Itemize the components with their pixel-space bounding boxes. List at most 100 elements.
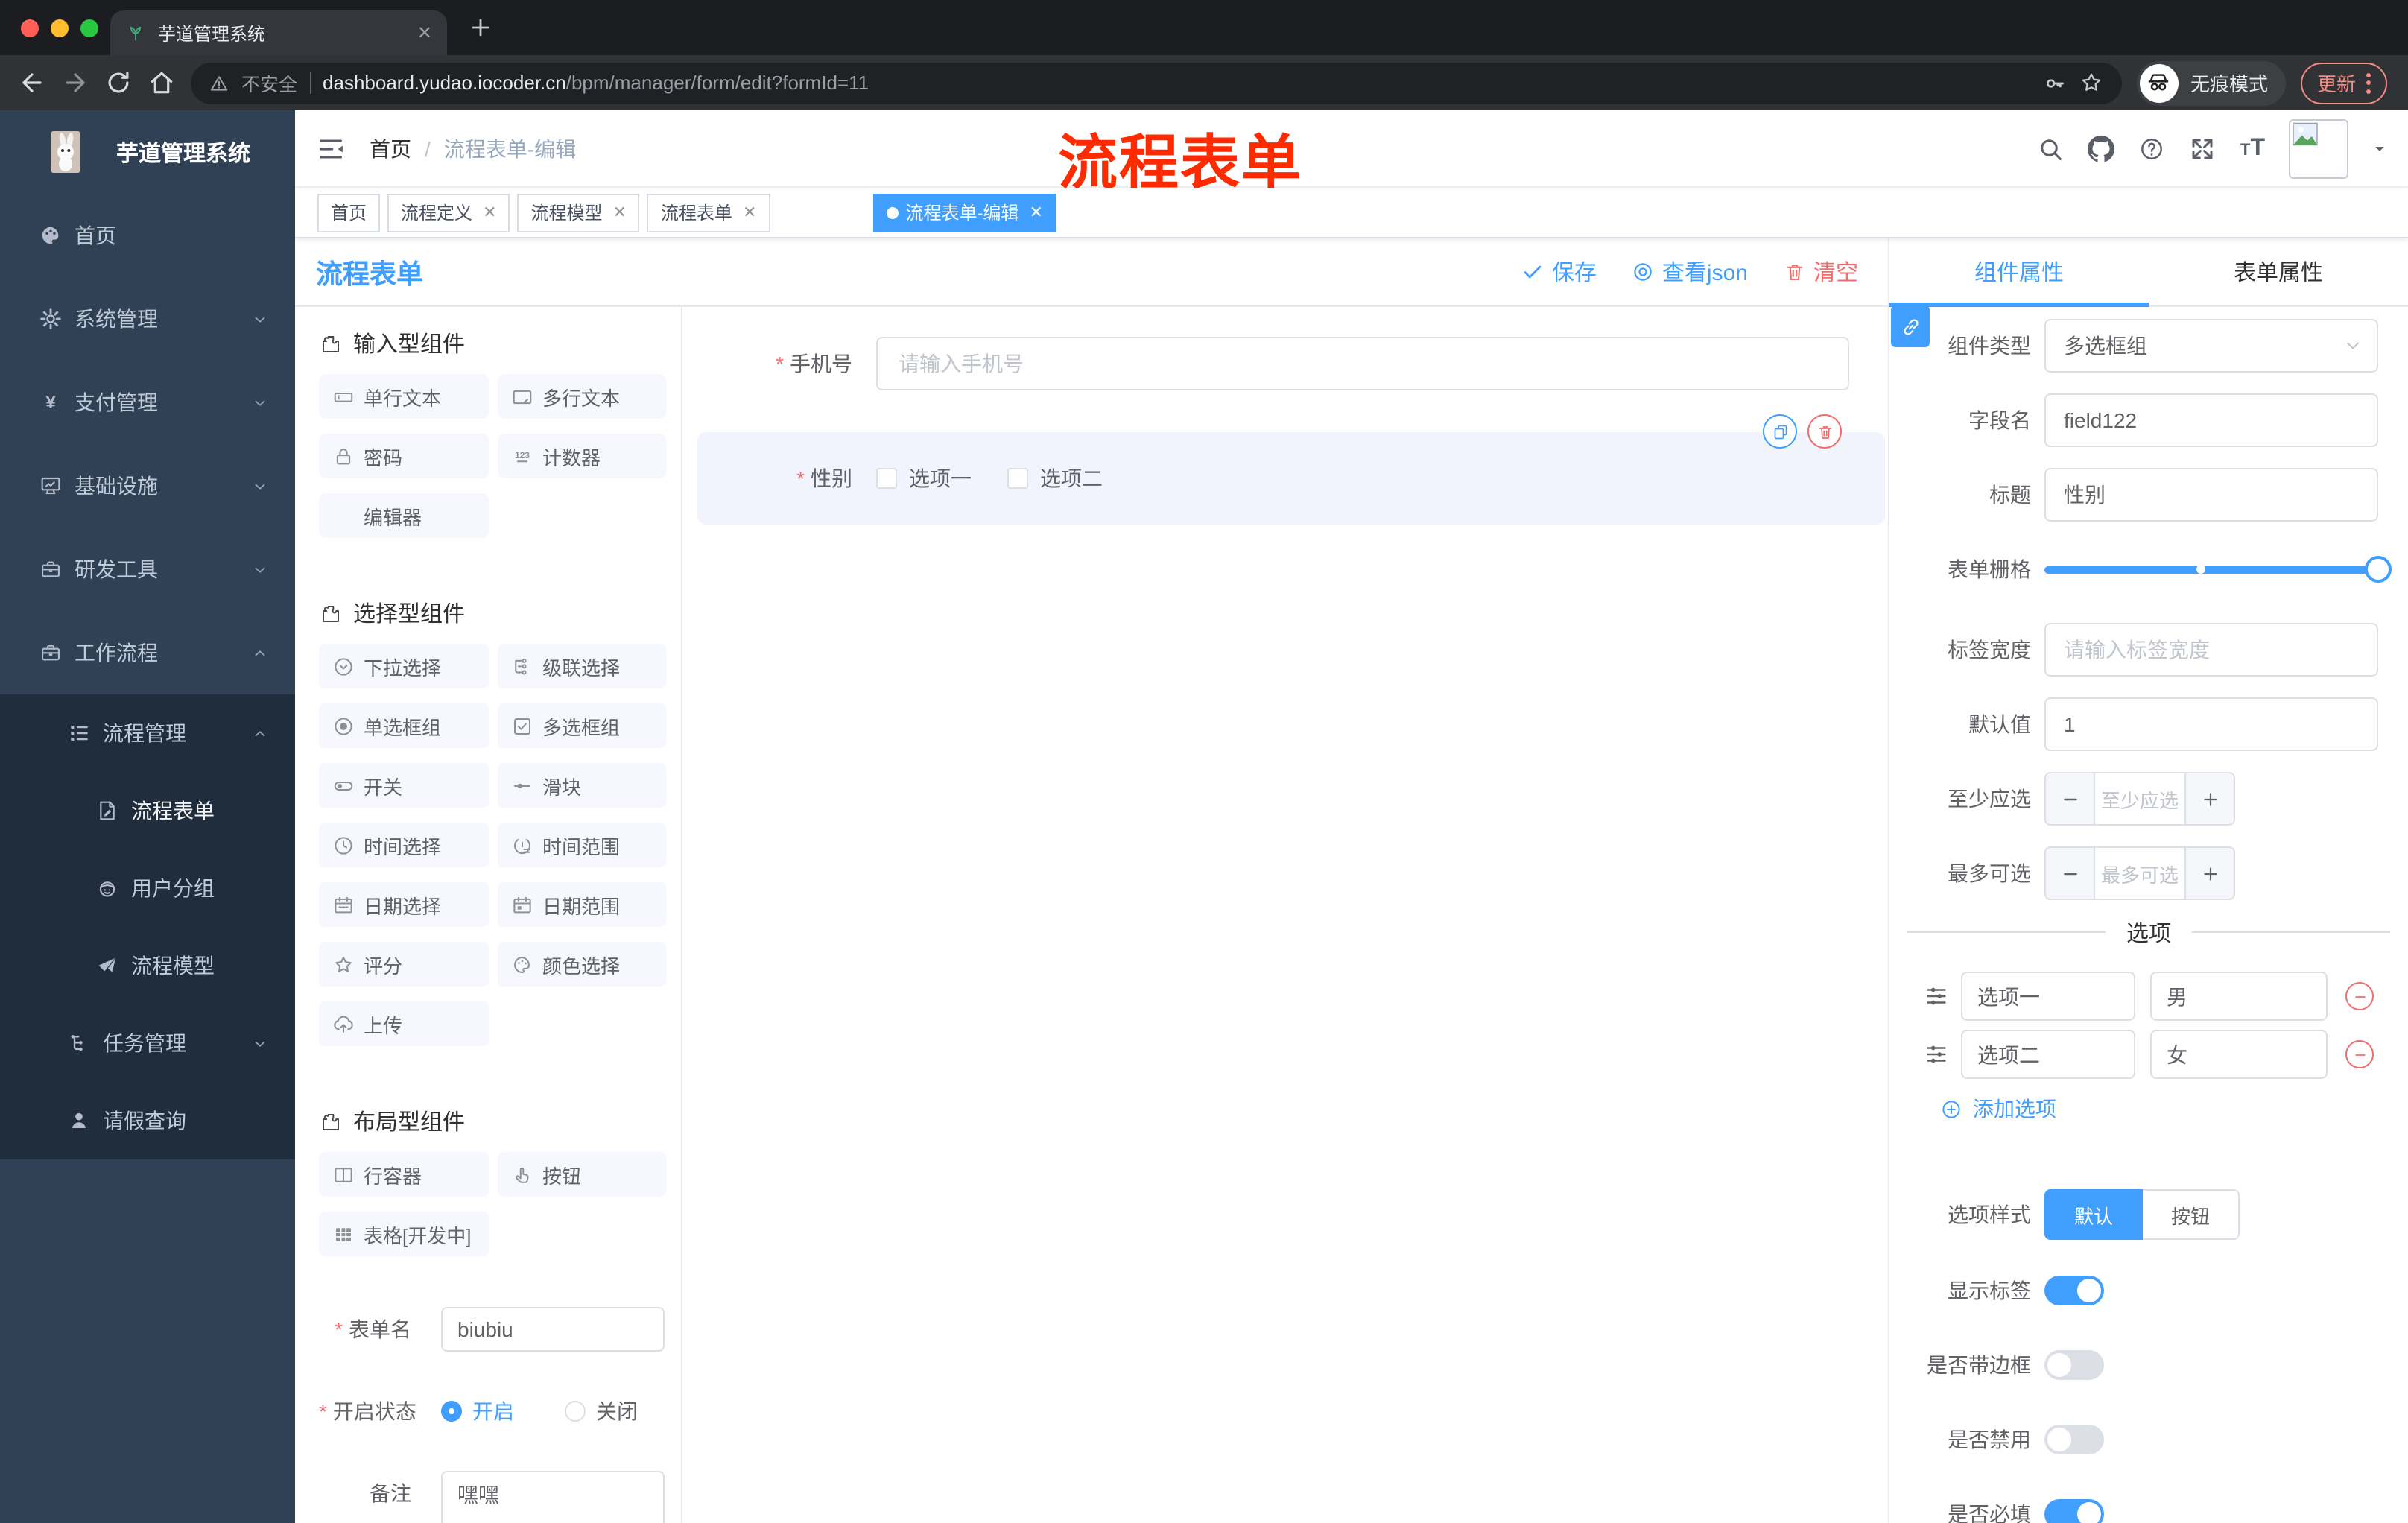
option-value-input[interactable]: 女 <box>2150 1030 2328 1079</box>
collapse-sidebar-icon[interactable] <box>316 133 346 163</box>
palette-item-密码[interactable]: 密码 <box>319 434 489 478</box>
clear-button[interactable]: 清空 <box>1784 256 1858 288</box>
close-icon[interactable]: ✕ <box>743 203 756 222</box>
option-label-input[interactable]: 选项二 <box>1961 1030 2135 1079</box>
palette-item-时间选择[interactable]: 时间选择 <box>319 823 489 867</box>
tag-流程表单[interactable]: 流程表单 ✕ <box>647 193 770 232</box>
option-style-默认[interactable]: 默认 <box>2044 1189 2144 1240</box>
drag-handle-icon[interactable] <box>1924 984 1949 1009</box>
tag-流程表单-编辑[interactable]: 流程表单-编辑 ✕ <box>872 193 1056 232</box>
add-option-button[interactable]: 添加选项 <box>1940 1094 2390 1124</box>
palette-item-级联选择[interactable]: 级联选择 <box>498 644 666 688</box>
tab-form-props[interactable]: 表单属性 <box>2149 238 2408 305</box>
canvas-field-gender-selected[interactable]: 性别 选项一 选项二 <box>697 414 1885 525</box>
option-label-input[interactable]: 选项一 <box>1961 972 2135 1021</box>
palette-item-多行文本[interactable]: 多行文本 <box>498 374 666 419</box>
new-tab-button[interactable] <box>468 15 493 40</box>
breadcrumb-home[interactable]: 首页 <box>370 133 411 163</box>
palette-item-颜色选择[interactable]: 颜色选择 <box>498 942 666 987</box>
checkbox[interactable] <box>876 468 897 489</box>
tag-流程模型[interactable]: 流程模型 ✕ <box>517 193 640 232</box>
palette-item-表格[开发中][interactable]: 表格[开发中] <box>319 1212 489 1256</box>
back-button[interactable] <box>18 69 46 97</box>
min-select-value[interactable]: 至少应选 <box>2094 773 2186 824</box>
github-icon[interactable] <box>2088 135 2115 162</box>
sidebar-item-infrastructure[interactable]: 基础设施 <box>0 444 295 528</box>
palette-item-时间范围[interactable]: 时间范围 <box>498 823 666 867</box>
palette-item-上传[interactable]: 上传 <box>319 1001 489 1046</box>
tab-component-props[interactable]: 组件属性 <box>1889 238 2149 305</box>
sidebar-item-payment-mgmt[interactable]: ¥ 支付管理 <box>0 361 295 444</box>
palette-item-按钮[interactable]: 按钮 <box>498 1152 666 1197</box>
bind-link-button[interactable] <box>1891 305 1930 347</box>
sidebar-item-leave-query[interactable]: 请假查询 <box>0 1082 295 1159</box>
search-icon[interactable] <box>2038 135 2065 162</box>
fullscreen-icon[interactable] <box>2190 135 2217 162</box>
decrease-button[interactable] <box>2046 848 2094 899</box>
remove-option-button[interactable] <box>2345 1040 2374 1068</box>
toggle-是否禁用[interactable] <box>2044 1425 2104 1454</box>
option-style-按钮[interactable]: 按钮 <box>2143 1189 2240 1240</box>
maximize-window-button[interactable] <box>80 19 98 37</box>
palette-item-滑块[interactable]: 滑块 <box>498 763 666 808</box>
sidebar-item-process-mgmt[interactable]: 流程管理 <box>0 694 295 772</box>
forward-button[interactable] <box>61 69 89 97</box>
status-radio-开启[interactable]: 开启 <box>441 1396 514 1426</box>
tag-首页[interactable]: 首页 <box>317 193 381 232</box>
delete-component-button[interactable] <box>1807 414 1842 449</box>
home-button[interactable] <box>148 69 176 97</box>
sidebar-logo[interactable]: 芋道管理系统 <box>0 110 295 194</box>
palette-item-单行文本[interactable]: 单行文本 <box>319 374 489 419</box>
label-width-input[interactable]: 请输入标签宽度 <box>2044 623 2378 677</box>
sidebar-item-process-form[interactable]: 流程表单 <box>0 772 295 849</box>
component-type-select[interactable]: 多选框组 <box>2044 319 2378 373</box>
palette-item-单选框组[interactable]: 单选框组 <box>319 703 489 748</box>
remark-textarea[interactable]: 嘿嘿 <box>441 1471 665 1523</box>
reload-button[interactable] <box>104 69 133 97</box>
view-json-button[interactable]: 查看json <box>1632 256 1748 288</box>
toggle-是否必填[interactable] <box>2044 1499 2104 1523</box>
close-icon[interactable]: ✕ <box>483 203 496 222</box>
user-avatar[interactable] <box>2289 118 2348 178</box>
palette-item-多选框组[interactable]: 多选框组 <box>498 703 666 748</box>
form-name-input[interactable]: biubiu <box>441 1307 665 1352</box>
help-icon[interactable] <box>2139 135 2166 162</box>
browser-menu-icon[interactable] <box>2366 72 2371 93</box>
window-controls[interactable] <box>21 19 98 37</box>
drag-handle-icon[interactable] <box>1924 1042 1949 1067</box>
browser-update-button[interactable]: 更新 <box>2300 62 2387 104</box>
phone-input[interactable]: 请输入手机号 <box>876 337 1849 390</box>
palette-item-行容器[interactable]: 行容器 <box>319 1152 489 1197</box>
title-input[interactable]: 性别 <box>2044 468 2378 522</box>
checkbox[interactable] <box>1007 468 1028 489</box>
form-grid-slider[interactable] <box>2044 542 2392 596</box>
sidebar-item-workflow[interactable]: 工作流程 <box>0 611 295 694</box>
sidebar-item-home[interactable]: 首页 <box>0 194 295 277</box>
palette-item-开关[interactable]: 开关 <box>319 763 489 808</box>
toggle-显示标签[interactable] <box>2044 1276 2104 1305</box>
sidebar-item-process-model[interactable]: 流程模型 <box>0 927 295 1004</box>
remove-option-button[interactable] <box>2345 982 2374 1010</box>
copy-component-button[interactable] <box>1763 414 1797 449</box>
password-key-icon[interactable] <box>2043 71 2067 95</box>
minimize-window-button[interactable] <box>51 19 69 37</box>
save-button[interactable]: 保存 <box>1522 256 1597 288</box>
max-select-value[interactable]: 最多可选 <box>2094 848 2186 899</box>
palette-item-评分[interactable]: 评分 <box>319 942 489 987</box>
font-size-icon[interactable]: TT <box>2240 135 2265 162</box>
field-name-input[interactable]: field122 <box>2044 393 2378 447</box>
default-value-input[interactable]: 1 <box>2044 697 2378 751</box>
palette-item-编辑器[interactable]: 编辑器 <box>319 493 489 538</box>
toggle-是否带边框[interactable] <box>2044 1350 2104 1380</box>
increase-button[interactable] <box>2186 848 2234 899</box>
slider-handle[interactable] <box>2365 556 2392 583</box>
bookmark-star-icon[interactable] <box>2079 70 2104 95</box>
palette-item-日期范围[interactable]: 日期范围 <box>498 882 666 927</box>
palette-item-下拉选择[interactable]: 下拉选择 <box>319 644 489 688</box>
address-bar[interactable]: 不安全 dashboard.yudao.iocoder.cn/bpm/manag… <box>191 62 2122 104</box>
avatar-caret-icon[interactable] <box>2372 141 2387 156</box>
increase-button[interactable] <box>2186 773 2234 824</box>
close-icon[interactable]: ✕ <box>613 203 627 222</box>
sidebar-item-user-group[interactable]: 用户分组 <box>0 849 295 927</box>
status-radio-关闭[interactable]: 关闭 <box>565 1396 638 1426</box>
